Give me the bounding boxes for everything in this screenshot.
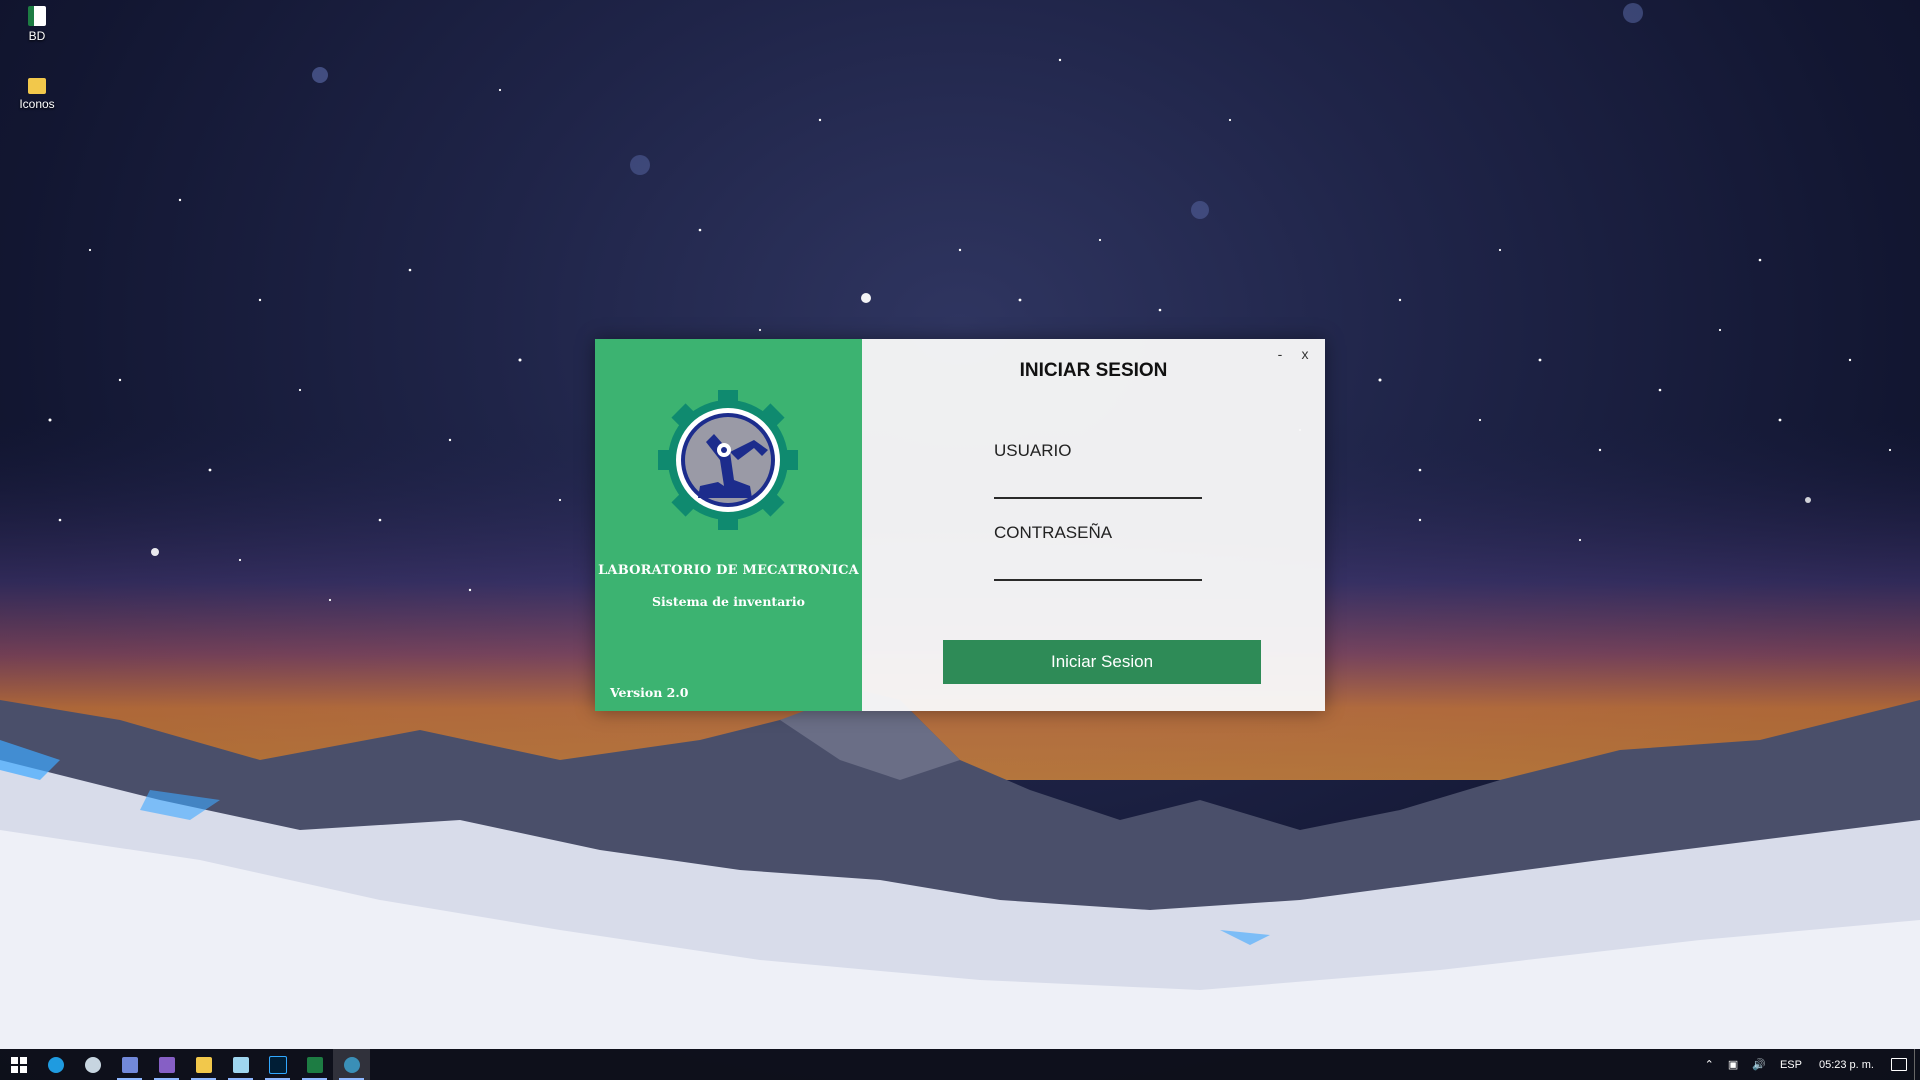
taskbar-app-steam[interactable] — [74, 1049, 111, 1080]
close-button[interactable]: x — [1294, 343, 1316, 365]
system-tray: ⌃ ▣ 🔊 ESP 05:23 p. m. — [1698, 1049, 1920, 1080]
desktop-icon-iconos[interactable]: Iconos — [0, 74, 74, 111]
language-indicator[interactable]: ESP — [1773, 1049, 1809, 1080]
iniciar-sesion-button[interactable]: Iniciar Sesion — [943, 640, 1261, 684]
taskbar: ⌃ ▣ 🔊 ESP 05:23 p. m. — [0, 1049, 1920, 1080]
app-icon — [343, 1056, 360, 1073]
taskbar-app-discord[interactable] — [111, 1049, 148, 1080]
version-label: Version 2.0 — [610, 685, 689, 700]
desktop-icon-bd[interactable]: BD — [0, 6, 74, 43]
taskbar-app-visual-studio[interactable] — [148, 1049, 185, 1080]
desktop-icon-label: BD — [28, 29, 46, 43]
brand-title: LABORATORIO DE MECATRONICA — [598, 563, 859, 578]
contrasena-input[interactable] — [994, 555, 1202, 581]
start-button[interactable] — [0, 1049, 37, 1080]
login-window: LABORATORIO DE MECATRONICA Sistema de in… — [595, 339, 1325, 711]
show-desktop-button[interactable] — [1914, 1049, 1920, 1080]
robot-arm-gear-logo — [658, 390, 798, 530]
desktop-icon-label: Iconos — [19, 97, 55, 111]
speaker-icon: 🔊 — [1752, 1059, 1766, 1071]
network-icon: ▣ — [1727, 1059, 1739, 1071]
chevron-up-icon: ⌃ — [1704, 1059, 1714, 1071]
edge-icon — [47, 1056, 64, 1073]
clock[interactable]: 05:23 p. m. — [1809, 1049, 1884, 1080]
brand-panel: LABORATORIO DE MECATRONICA Sistema de in… — [595, 339, 862, 711]
notepad-icon — [232, 1056, 249, 1073]
taskbar-app-excel[interactable] — [296, 1049, 333, 1080]
photoshop-icon — [268, 1055, 287, 1074]
excel-file-icon — [28, 6, 46, 26]
minimize-button[interactable]: - — [1269, 343, 1291, 365]
window-title: INICIAR SESION — [1019, 360, 1168, 381]
login-form-panel: INICIAR SESION - x USUARIO CONTRASEÑA In… — [862, 339, 1325, 711]
taskbar-app-notepad[interactable] — [222, 1049, 259, 1080]
taskbar-app-photoshop[interactable] — [259, 1049, 296, 1080]
folder-icon — [195, 1056, 212, 1073]
excel-icon — [306, 1056, 323, 1073]
brand-subtitle: Sistema de inventario — [652, 594, 805, 609]
visual-studio-icon — [158, 1056, 175, 1073]
steam-icon — [84, 1056, 101, 1073]
taskbar-app-file-explorer[interactable] — [185, 1049, 222, 1080]
network-button[interactable]: ▣ — [1721, 1049, 1745, 1080]
taskbar-app-login[interactable] — [333, 1049, 370, 1080]
folder-icon — [28, 78, 46, 94]
tray-overflow-button[interactable]: ⌃ — [1698, 1049, 1721, 1080]
notification-icon — [1891, 1058, 1907, 1071]
notifications-button[interactable] — [1884, 1049, 1914, 1080]
usuario-input[interactable] — [994, 473, 1202, 499]
windows-icon — [10, 1056, 27, 1073]
volume-button[interactable]: 🔊 — [1745, 1049, 1773, 1080]
discord-icon — [121, 1056, 138, 1073]
usuario-label: USUARIO — [994, 441, 1072, 460]
contrasena-label: CONTRASEÑA — [994, 523, 1113, 542]
taskbar-app-edge[interactable] — [37, 1049, 74, 1080]
